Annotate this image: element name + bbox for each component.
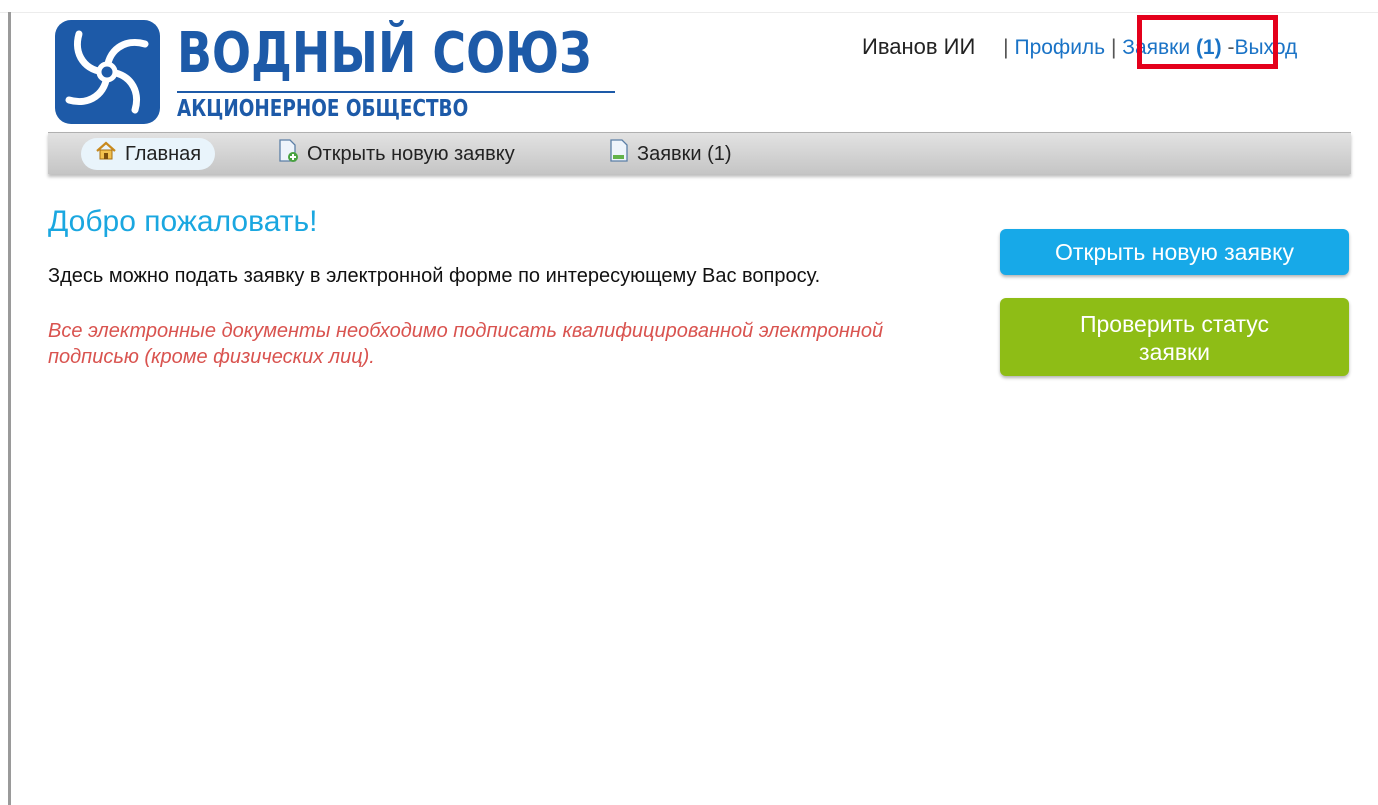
document-icon [609,139,629,169]
nav-item-new-request[interactable]: Открыть новую заявку [277,139,515,169]
nav-item-label: Заявки (1) [637,142,732,165]
separator: | [1110,36,1117,59]
check-status-label-line2: заявки [1139,339,1210,365]
nav-item-label: Главная [125,142,202,165]
open-new-request-button[interactable]: Открыть новую заявку [1000,229,1349,275]
home-icon [95,141,117,167]
separator: | [1003,36,1009,59]
logo-subtitle: АКЦИОНЕРНОЕ ОБЩЕСТВО [177,96,469,122]
swirl-logo-icon [55,20,160,124]
highlight-annotation [1137,15,1278,69]
main-nav: Главная Открыть новую заявку Заявки (1) [48,132,1351,174]
user-name: Иванов ИИ [862,34,976,59]
intro-text: Здесь можно подать заявку в электронной … [48,265,821,287]
logo-underline [177,91,615,93]
check-status-label-line1: Проверить статус [1079,311,1269,337]
profile-link[interactable]: Профиль [1014,36,1105,59]
company-logo[interactable]: ВОДНЫЙ СОЮЗ АКЦИОНЕРНОЕ ОБЩЕСТВО [55,20,625,124]
page-title: Добро пожаловать! [48,205,318,238]
check-status-button[interactable]: Проверить статус заявки [1000,298,1349,376]
nav-item-label: Открыть новую заявку [307,142,515,165]
top-border [0,0,1378,13]
new-document-icon [277,139,299,169]
logo-title: ВОДНЫЙ СОЮЗ [177,20,592,86]
nav-item-home[interactable]: Главная [81,138,216,170]
left-border [8,12,11,805]
signature-note: Все электронные документы необходимо под… [48,320,884,368]
nav-item-requests[interactable]: Заявки (1) [609,139,732,169]
